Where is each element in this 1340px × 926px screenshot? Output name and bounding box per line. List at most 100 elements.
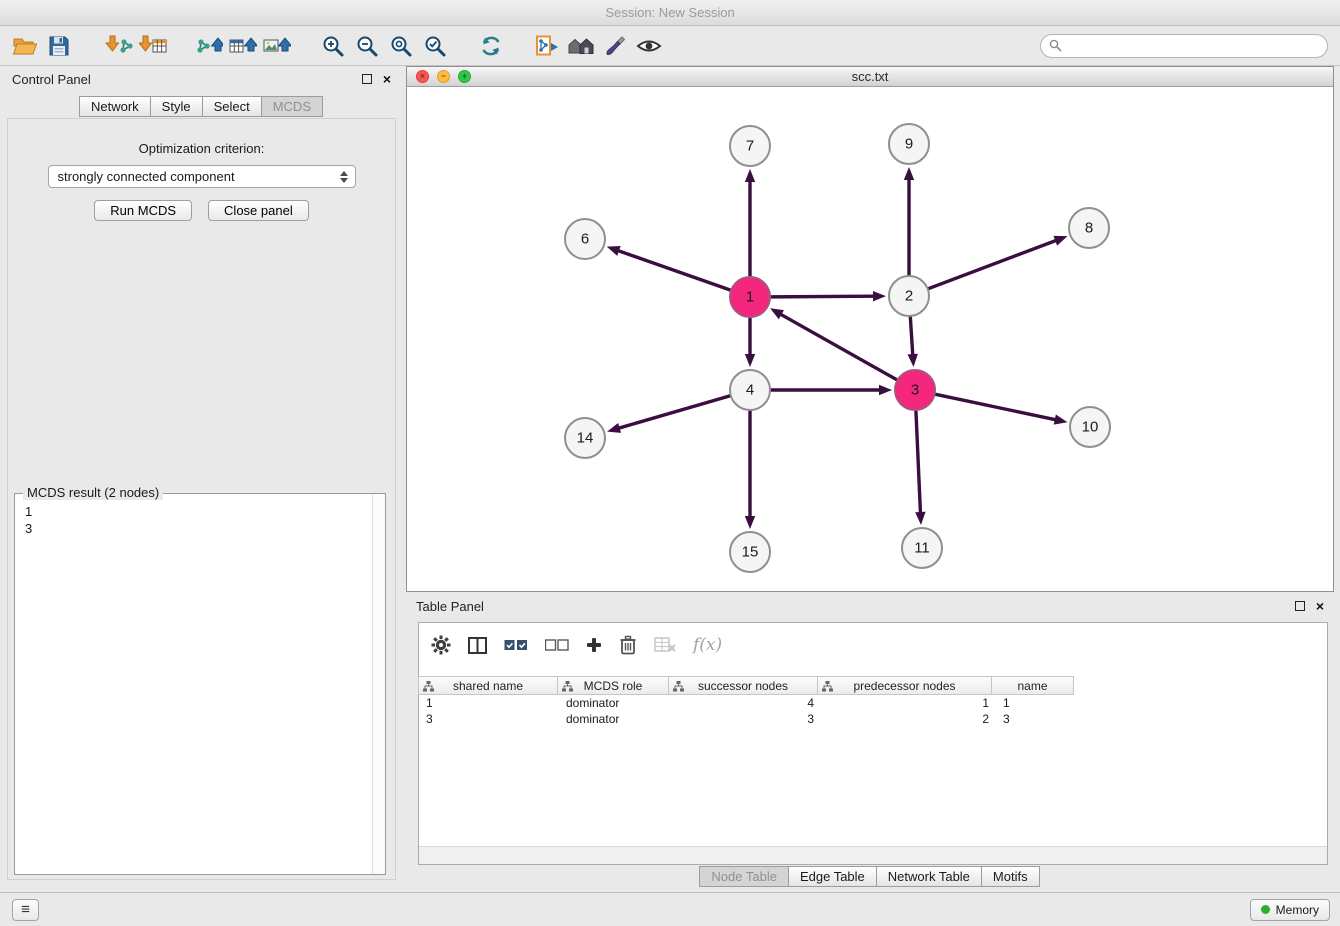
graph-node-label: 9 bbox=[905, 136, 913, 153]
graph-edge-arrowhead bbox=[745, 354, 755, 367]
table-panel-float-icon[interactable] bbox=[1295, 601, 1305, 611]
home-icon[interactable] bbox=[564, 30, 598, 62]
graph-edge-arrowhead bbox=[745, 516, 755, 529]
control-panel-tabs: Network Style Select MCDS bbox=[2, 96, 401, 117]
cell-successor-nodes[interactable]: 4 bbox=[671, 696, 821, 710]
column-edit-icon bbox=[822, 681, 833, 692]
node-table-header-row: shared name MCDS role successor nodes pr… bbox=[419, 676, 1327, 695]
column-header-mcds-role[interactable]: MCDS role bbox=[557, 676, 669, 695]
graph-edge-1-2[interactable] bbox=[771, 296, 873, 297]
add-row-icon[interactable] bbox=[586, 637, 602, 653]
refresh-icon[interactable] bbox=[474, 30, 508, 62]
select-all-columns-icon[interactable] bbox=[504, 639, 528, 652]
mcds-buttons-row: Run MCDS Close panel bbox=[8, 200, 395, 221]
cell-name[interactable]: 1 bbox=[996, 696, 1079, 710]
graph-edge-3-11[interactable] bbox=[916, 411, 920, 512]
tab-network-table[interactable]: Network Table bbox=[876, 866, 982, 887]
zoom-selected-icon[interactable] bbox=[418, 30, 452, 62]
table-row[interactable]: 3 dominator 3 2 3 bbox=[419, 711, 1327, 727]
window-close-icon[interactable]: × bbox=[416, 70, 429, 83]
tab-select[interactable]: Select bbox=[202, 96, 262, 117]
criterion-dropdown[interactable]: strongly connected component bbox=[48, 165, 356, 188]
function-builder-icon[interactable]: f(x) bbox=[693, 635, 722, 655]
fit-content-glyph bbox=[389, 34, 413, 58]
tab-mcds[interactable]: MCDS bbox=[261, 96, 323, 117]
column-selector-icon[interactable] bbox=[468, 637, 487, 654]
control-panel-close-icon[interactable]: × bbox=[383, 72, 391, 86]
column-header-name[interactable]: name bbox=[991, 676, 1074, 695]
select-all-glyph bbox=[504, 639, 528, 652]
zoom-in-icon[interactable] bbox=[316, 30, 350, 62]
cell-name[interactable]: 3 bbox=[996, 712, 1079, 726]
run-mcds-button[interactable]: Run MCDS bbox=[94, 200, 192, 221]
column-header-shared-name[interactable]: shared name bbox=[418, 676, 558, 695]
task-history-button[interactable]: ≡ bbox=[12, 899, 39, 921]
delete-row-trash-icon[interactable] bbox=[619, 635, 637, 655]
save-session-icon[interactable] bbox=[42, 30, 76, 62]
import-network-icon[interactable] bbox=[102, 30, 136, 62]
show-hide-eye-icon[interactable] bbox=[632, 30, 666, 62]
tab-network[interactable]: Network bbox=[79, 96, 151, 117]
mcds-result-list: 1 3 bbox=[15, 494, 385, 546]
memory-button[interactable]: Memory bbox=[1250, 899, 1330, 921]
control-panel-float-icon[interactable] bbox=[362, 74, 372, 84]
graph-node-label: 11 bbox=[914, 540, 930, 557]
column-edit-icon bbox=[562, 681, 573, 692]
network-canvas[interactable]: 7968124314101511 bbox=[407, 87, 1333, 591]
table-horizontal-scrollbar[interactable] bbox=[419, 846, 1327, 864]
graph-edge-3-1[interactable] bbox=[781, 315, 896, 380]
tab-style[interactable]: Style bbox=[150, 96, 203, 117]
mcds-result-scrollbar[interactable] bbox=[372, 494, 385, 874]
close-panel-button[interactable]: Close panel bbox=[208, 200, 309, 221]
cell-predecessor-nodes[interactable]: 1 bbox=[821, 696, 996, 710]
graph-edge-1-6[interactable] bbox=[619, 251, 730, 290]
gear-glyph bbox=[431, 635, 451, 655]
column-header-successor-nodes[interactable]: successor nodes bbox=[668, 676, 818, 695]
tab-node-table[interactable]: Node Table bbox=[699, 866, 789, 887]
settings-gear-icon[interactable] bbox=[431, 635, 451, 655]
graph-edge-2-8[interactable] bbox=[929, 241, 1056, 289]
tab-motifs[interactable]: Motifs bbox=[981, 866, 1040, 887]
cell-successor-nodes[interactable]: 3 bbox=[671, 712, 821, 726]
graph-edge-arrowhead bbox=[1054, 414, 1068, 424]
refresh-glyph bbox=[479, 34, 503, 58]
column-header-predecessor-nodes[interactable]: predecessor nodes bbox=[817, 676, 992, 695]
graph-node-label: 8 bbox=[1085, 220, 1093, 237]
open-session-icon[interactable] bbox=[8, 30, 42, 62]
table-row[interactable]: 1 dominator 4 1 1 bbox=[419, 695, 1327, 711]
style-brush-icon[interactable] bbox=[598, 30, 632, 62]
deselect-all-columns-icon[interactable] bbox=[545, 639, 569, 652]
import-table-icon[interactable] bbox=[136, 30, 170, 62]
cell-mcds-role[interactable]: dominator bbox=[559, 696, 671, 710]
graph-edge-3-10[interactable] bbox=[936, 394, 1055, 419]
tab-edge-table[interactable]: Edge Table bbox=[788, 866, 877, 887]
cell-shared-name[interactable]: 1 bbox=[419, 696, 559, 710]
search-box[interactable] bbox=[1040, 34, 1328, 58]
export-table-icon[interactable] bbox=[226, 30, 260, 62]
control-panel-header: Control Panel × bbox=[2, 68, 401, 90]
search-input[interactable] bbox=[1067, 36, 1327, 56]
window-zoom-icon[interactable]: + bbox=[458, 70, 471, 83]
network-window-title: scc.txt bbox=[407, 69, 1333, 84]
export-network-glyph bbox=[195, 34, 223, 58]
status-bar: ≡ Memory bbox=[0, 892, 1340, 926]
export-image-icon[interactable] bbox=[260, 30, 294, 62]
optimization-criterion-label: Optimization criterion: bbox=[8, 141, 395, 156]
delete-table-glyph bbox=[654, 637, 676, 653]
table-panel-close-icon[interactable]: × bbox=[1316, 599, 1324, 613]
window-minimize-icon[interactable]: − bbox=[437, 70, 450, 83]
export-network-icon[interactable] bbox=[192, 30, 226, 62]
zoom-out-icon[interactable] bbox=[350, 30, 384, 62]
graph-edge-2-3[interactable] bbox=[910, 317, 912, 354]
delete-table-icon[interactable] bbox=[654, 637, 676, 653]
graph-edge-arrowhead bbox=[873, 291, 886, 301]
cell-mcds-role[interactable]: dominator bbox=[559, 712, 671, 726]
fit-content-icon[interactable] bbox=[384, 30, 418, 62]
trash-glyph bbox=[619, 635, 637, 655]
apply-layout-icon[interactable] bbox=[530, 30, 564, 62]
plus-glyph bbox=[586, 637, 602, 653]
cell-predecessor-nodes[interactable]: 2 bbox=[821, 712, 996, 726]
export-image-glyph bbox=[263, 34, 291, 58]
cell-shared-name[interactable]: 3 bbox=[419, 712, 559, 726]
graph-edge-4-14[interactable] bbox=[620, 396, 730, 428]
